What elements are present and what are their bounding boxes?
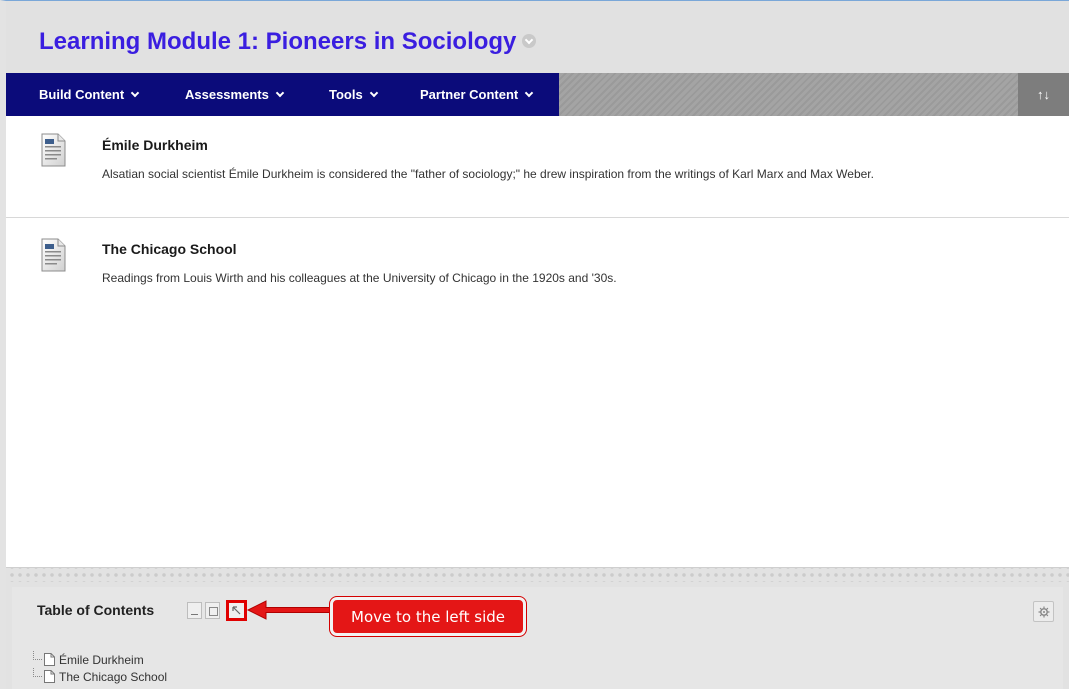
page-icon (44, 653, 55, 666)
module-dock: Table of Contents Émile Durkheim The Chi… (6, 567, 1069, 689)
action-bar: Build Content Assessments Tools Partner … (6, 73, 1069, 116)
content-item-description: Readings from Louis Wirth and his collea… (102, 271, 617, 285)
content-item: The Chicago School Readings from Louis W… (6, 218, 1069, 318)
reorder-items-button[interactable]: ↑↓ (1018, 73, 1069, 116)
minimize-button[interactable] (187, 602, 202, 619)
document-icon (41, 238, 66, 272)
page-title: Learning Module 1: Pioneers in Sociology (39, 28, 537, 56)
assessments-label: Assessments (185, 87, 269, 102)
tree-branch-line (30, 668, 44, 685)
title-bar: Learning Module 1: Pioneers in Sociology (6, 1, 1069, 73)
gear-icon (1038, 606, 1050, 618)
content-item-title-link[interactable]: The Chicago School (102, 241, 237, 257)
content-item-description: Alsatian social scientist Émile Durkheim… (102, 167, 874, 181)
callout-text: Move to the left side (351, 607, 505, 626)
chevron-down-icon (275, 88, 285, 97)
callout-arrow-icon (246, 600, 333, 620)
toc-tree: Émile Durkheim The Chicago School (30, 651, 167, 685)
panel-settings-button[interactable] (1033, 601, 1054, 622)
dock-drag-handle[interactable] (6, 568, 1069, 582)
toc-item-label: The Chicago School (59, 669, 168, 684)
dock-left-arrow-icon (232, 606, 241, 615)
content-item: Émile Durkheim Alsatian social scientist… (6, 116, 1069, 218)
partner-content-label: Partner Content (420, 87, 519, 102)
build-content-menu[interactable]: Build Content (39, 87, 140, 102)
annotation-callout: Move to the left side (330, 597, 526, 636)
assessments-menu[interactable]: Assessments (185, 87, 285, 102)
tree-branch-line (30, 651, 44, 668)
content-item-title-link[interactable]: Émile Durkheim (102, 137, 208, 153)
toc-item[interactable]: Émile Durkheim (30, 651, 167, 668)
chevron-down-icon (130, 88, 140, 97)
reorder-arrows-icon: ↑↓ (1037, 87, 1050, 102)
move-to-left-button[interactable] (226, 600, 247, 621)
toc-title: Table of Contents (37, 602, 155, 618)
toc-item-label: Émile Durkheim (59, 652, 144, 667)
build-content-label: Build Content (39, 87, 125, 102)
tools-menu[interactable]: Tools (329, 87, 378, 102)
page-title-text: Learning Module 1: Pioneers in Sociology (39, 28, 517, 55)
document-icon (41, 133, 66, 167)
action-bar-menu: Build Content Assessments Tools Partner … (6, 73, 559, 116)
chevron-down-icon (524, 88, 534, 97)
chevron-down-icon (369, 88, 378, 97)
tools-label: Tools (329, 87, 363, 102)
partner-content-menu[interactable]: Partner Content (420, 87, 534, 102)
page-icon (44, 670, 55, 683)
toc-item[interactable]: The Chicago School (30, 668, 167, 685)
maximize-button[interactable] (205, 602, 220, 619)
table-of-contents-panel: Table of Contents Émile Durkheim The Chi… (12, 587, 1063, 689)
title-options-chevron-icon[interactable] (522, 33, 537, 48)
